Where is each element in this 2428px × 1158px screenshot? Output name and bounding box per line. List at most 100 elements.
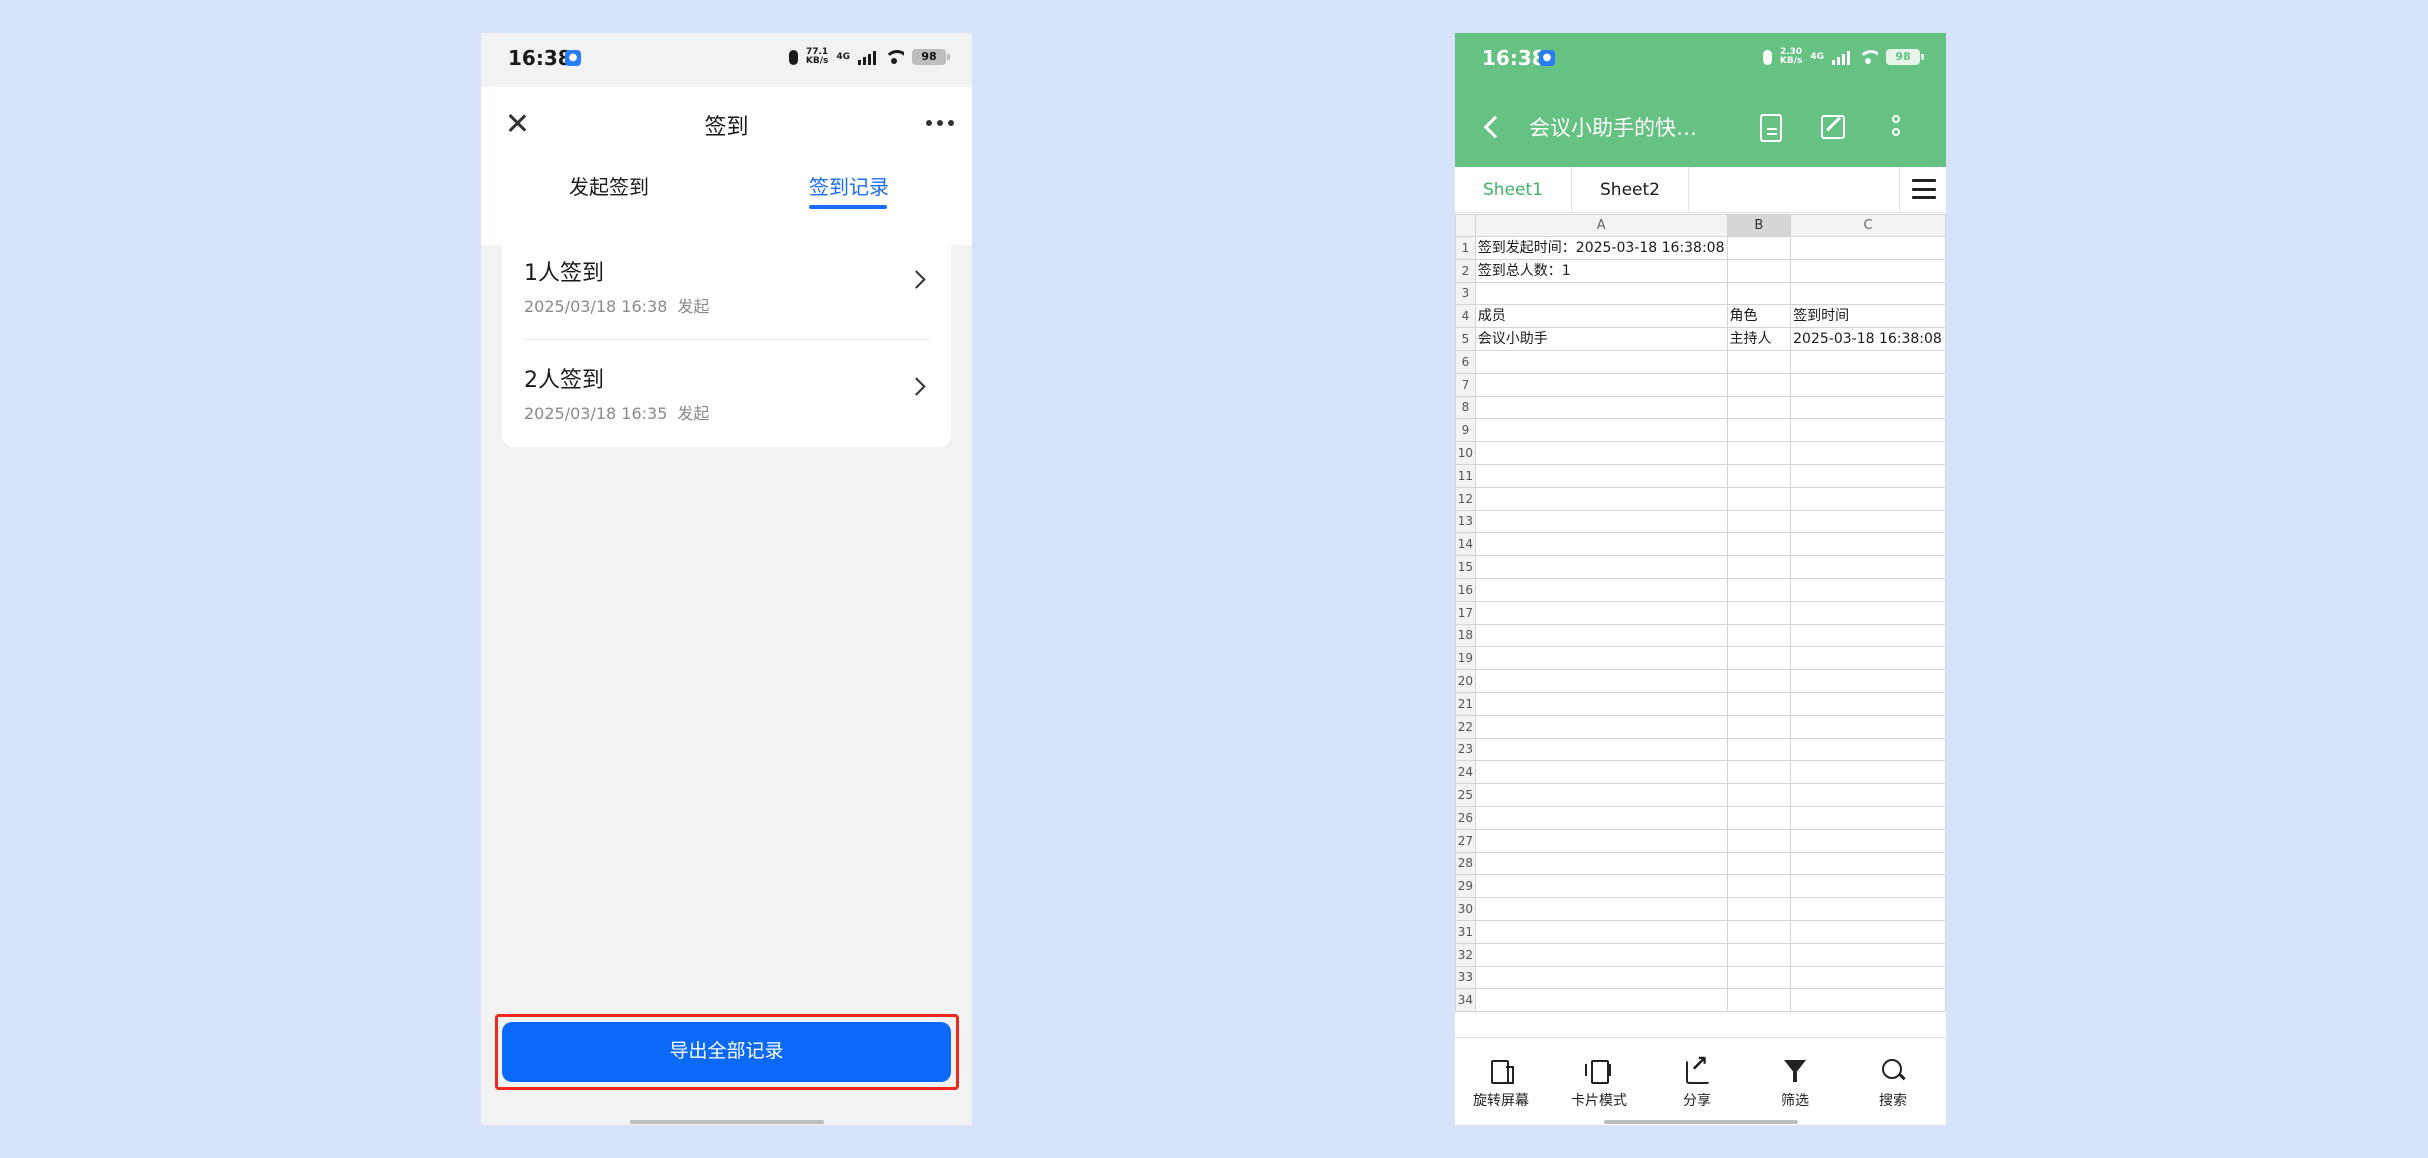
table-cell[interactable] [1790,349,1946,374]
table-cell[interactable] [1790,258,1946,283]
row-header[interactable]: 32 [1455,942,1476,967]
table-cell[interactable] [1790,691,1946,716]
table-cell[interactable] [1474,783,1728,807]
row-header[interactable]: 34 [1455,988,1476,1013]
tab-sheet1[interactable]: Sheet1 [1455,167,1572,213]
table-cell[interactable]: 签到时间 [1790,304,1946,329]
tab-sheet2[interactable]: Sheet2 [1572,167,1689,213]
more-options-icon[interactable] [1892,115,1900,136]
table-cell[interactable] [1474,851,1728,876]
table-cell[interactable] [1726,919,1792,944]
row-header[interactable]: 21 [1455,691,1476,716]
table-cell[interactable] [1474,555,1728,579]
table-cell[interactable] [1474,600,1728,625]
row-header[interactable]: 18 [1455,623,1476,648]
document-info-icon[interactable] [1760,114,1782,142]
table-cell[interactable] [1790,714,1946,739]
table-cell[interactable] [1474,441,1728,465]
table-cell[interactable] [1474,372,1728,397]
table-cell[interactable] [1726,258,1792,283]
table-cell[interactable] [1474,965,1728,990]
row-header[interactable]: 30 [1455,897,1476,921]
table-cell[interactable] [1790,418,1946,443]
table-cell[interactable] [1474,509,1728,534]
table-cell[interactable] [1726,851,1792,876]
table-cell[interactable] [1790,783,1946,807]
table-cell[interactable] [1790,395,1946,420]
table-cell[interactable]: 签到总人数：1 [1474,258,1728,283]
toolbar-button-rotate[interactable]: 旋转屏幕 [1461,1058,1541,1110]
row-header[interactable]: 11 [1455,463,1476,488]
row-header[interactable]: 25 [1455,783,1476,807]
row-header[interactable]: 7 [1455,372,1476,397]
table-cell[interactable] [1790,486,1946,511]
table-cell[interactable] [1790,509,1946,534]
table-cell[interactable] [1474,623,1728,648]
table-cell[interactable]: 成员 [1474,304,1728,329]
table-cell[interactable]: 会议小助手 [1474,327,1728,351]
tab-checkin-records[interactable]: 签到记录 [809,171,889,200]
table-cell[interactable] [1474,577,1728,602]
table-cell[interactable] [1726,965,1792,990]
table-cell[interactable] [1726,646,1792,671]
column-header[interactable]: A [1474,214,1728,237]
table-cell[interactable] [1790,577,1946,602]
edit-icon[interactable] [1821,115,1845,139]
column-header[interactable]: C [1790,214,1946,237]
row-header[interactable]: 16 [1455,577,1476,602]
table-cell[interactable]: 角色 [1726,304,1792,329]
table-cell[interactable] [1726,532,1792,557]
row-header[interactable]: 12 [1455,486,1476,511]
table-cell[interactable] [1474,737,1728,762]
table-cell[interactable] [1726,418,1792,443]
table-cell[interactable] [1726,486,1792,511]
row-header[interactable]: 2 [1455,258,1476,283]
row-header[interactable]: 26 [1455,805,1476,830]
toolbar-button-search[interactable]: 搜索 [1853,1058,1933,1110]
table-cell[interactable] [1790,919,1946,944]
table-cell[interactable] [1790,623,1946,648]
table-cell[interactable] [1474,669,1728,693]
table-cell[interactable] [1474,919,1728,944]
table-cell[interactable] [1790,646,1946,671]
table-cell[interactable] [1726,691,1792,716]
table-cell[interactable] [1726,281,1792,306]
table-cell[interactable] [1726,600,1792,625]
table-cell[interactable] [1726,737,1792,762]
row-header[interactable]: 33 [1455,965,1476,990]
row-header[interactable]: 1 [1455,236,1476,260]
table-cell[interactable] [1726,236,1792,260]
table-cell[interactable] [1474,532,1728,557]
table-cell[interactable]: 签到发起时间：2025-03-18 16:38:08 [1474,236,1728,260]
table-cell[interactable] [1726,783,1792,807]
table-cell[interactable] [1790,828,1946,853]
table-cell[interactable] [1726,669,1792,693]
row-header[interactable]: 20 [1455,669,1476,693]
more-options-icon[interactable] [926,120,954,126]
row-header[interactable]: 10 [1455,441,1476,465]
row-header[interactable]: 23 [1455,737,1476,762]
table-cell[interactable] [1726,760,1792,785]
table-cell[interactable] [1726,942,1792,967]
home-indicator[interactable] [1604,1120,1798,1124]
row-header[interactable]: 24 [1455,760,1476,785]
table-cell[interactable] [1726,874,1792,899]
table-cell[interactable] [1474,395,1728,420]
table-cell[interactable] [1790,555,1946,579]
table-cell[interactable] [1474,897,1728,921]
table-cell[interactable] [1474,874,1728,899]
table-cell[interactable] [1790,760,1946,785]
table-cell[interactable] [1474,691,1728,716]
table-cell[interactable] [1474,463,1728,488]
table-cell[interactable] [1474,760,1728,785]
list-item[interactable]: 2人签到 2025/03/18 16:35 发起 [502,340,951,447]
tab-initiate-checkin[interactable]: 发起签到 [569,171,649,200]
table-cell[interactable] [1790,897,1946,921]
toolbar-button-share[interactable]: 分享 [1657,1052,1737,1110]
table-cell[interactable] [1474,988,1728,1013]
spreadsheet-table[interactable]: A B C 1 签到发起时间：2025-03-18 16:38:08 2 签到总人数：1 3 4… [1455,214,1946,1013]
list-item[interactable]: 1人签到 2025/03/18 16:38 发起 [502,233,951,340]
row-header[interactable]: 22 [1455,714,1476,739]
row-header[interactable]: 29 [1455,874,1476,899]
table-cell[interactable] [1790,942,1946,967]
